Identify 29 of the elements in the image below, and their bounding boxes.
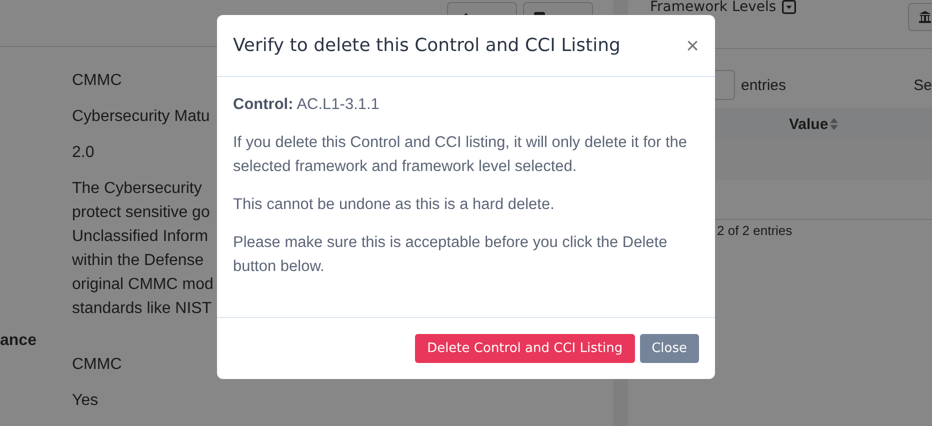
dialog-title: Verify to delete this Control and CCI Listing	[233, 35, 622, 56]
column-header[interactable]: Value	[789, 116, 838, 132]
institution-button[interactable]	[908, 3, 932, 31]
search-label: Se	[914, 76, 932, 94]
field-value: CMMC	[72, 355, 122, 375]
dialog-message: Please make sure this is acceptable before you click the Delete button below.	[233, 233, 668, 277]
field-value: CMMC	[72, 71, 122, 91]
field-value: 2.0	[72, 143, 94, 163]
bank-icon	[919, 11, 931, 23]
field-value: protect sensitive go	[72, 203, 210, 223]
delete-button[interactable]: Delete Control and CCI Listing	[415, 334, 635, 363]
section-title: Framework Levels	[650, 0, 776, 14]
dialog-message: If you delete this Control and CCI listing, it will only delete it for the selected framework and framework level selected.	[233, 133, 688, 177]
table-info: 2 of 2 entries	[716, 223, 794, 238]
field-label: ance	[0, 332, 36, 349]
dialog-message: This cannot be undone as this is a hard delete.	[233, 195, 556, 215]
entries-label: entries	[741, 76, 786, 94]
sort-icon	[830, 118, 838, 130]
close-button[interactable]: ×	[686, 32, 699, 58]
close-button[interactable]: Close	[640, 334, 699, 363]
field-value: Unclassified Inform	[72, 227, 208, 247]
field-value: original CMMC mod	[72, 275, 214, 295]
field-value: Cybersecurity Matu	[72, 107, 210, 127]
field-value: The Cybersecurity	[72, 179, 202, 199]
field-value: within the Defense	[72, 251, 204, 271]
control-text: Control: AC.L1-3.1.1	[233, 95, 380, 115]
field-value: Yes	[72, 391, 98, 411]
field-value: standards like NIST	[72, 299, 212, 319]
dropdown-icon[interactable]	[782, 0, 796, 14]
